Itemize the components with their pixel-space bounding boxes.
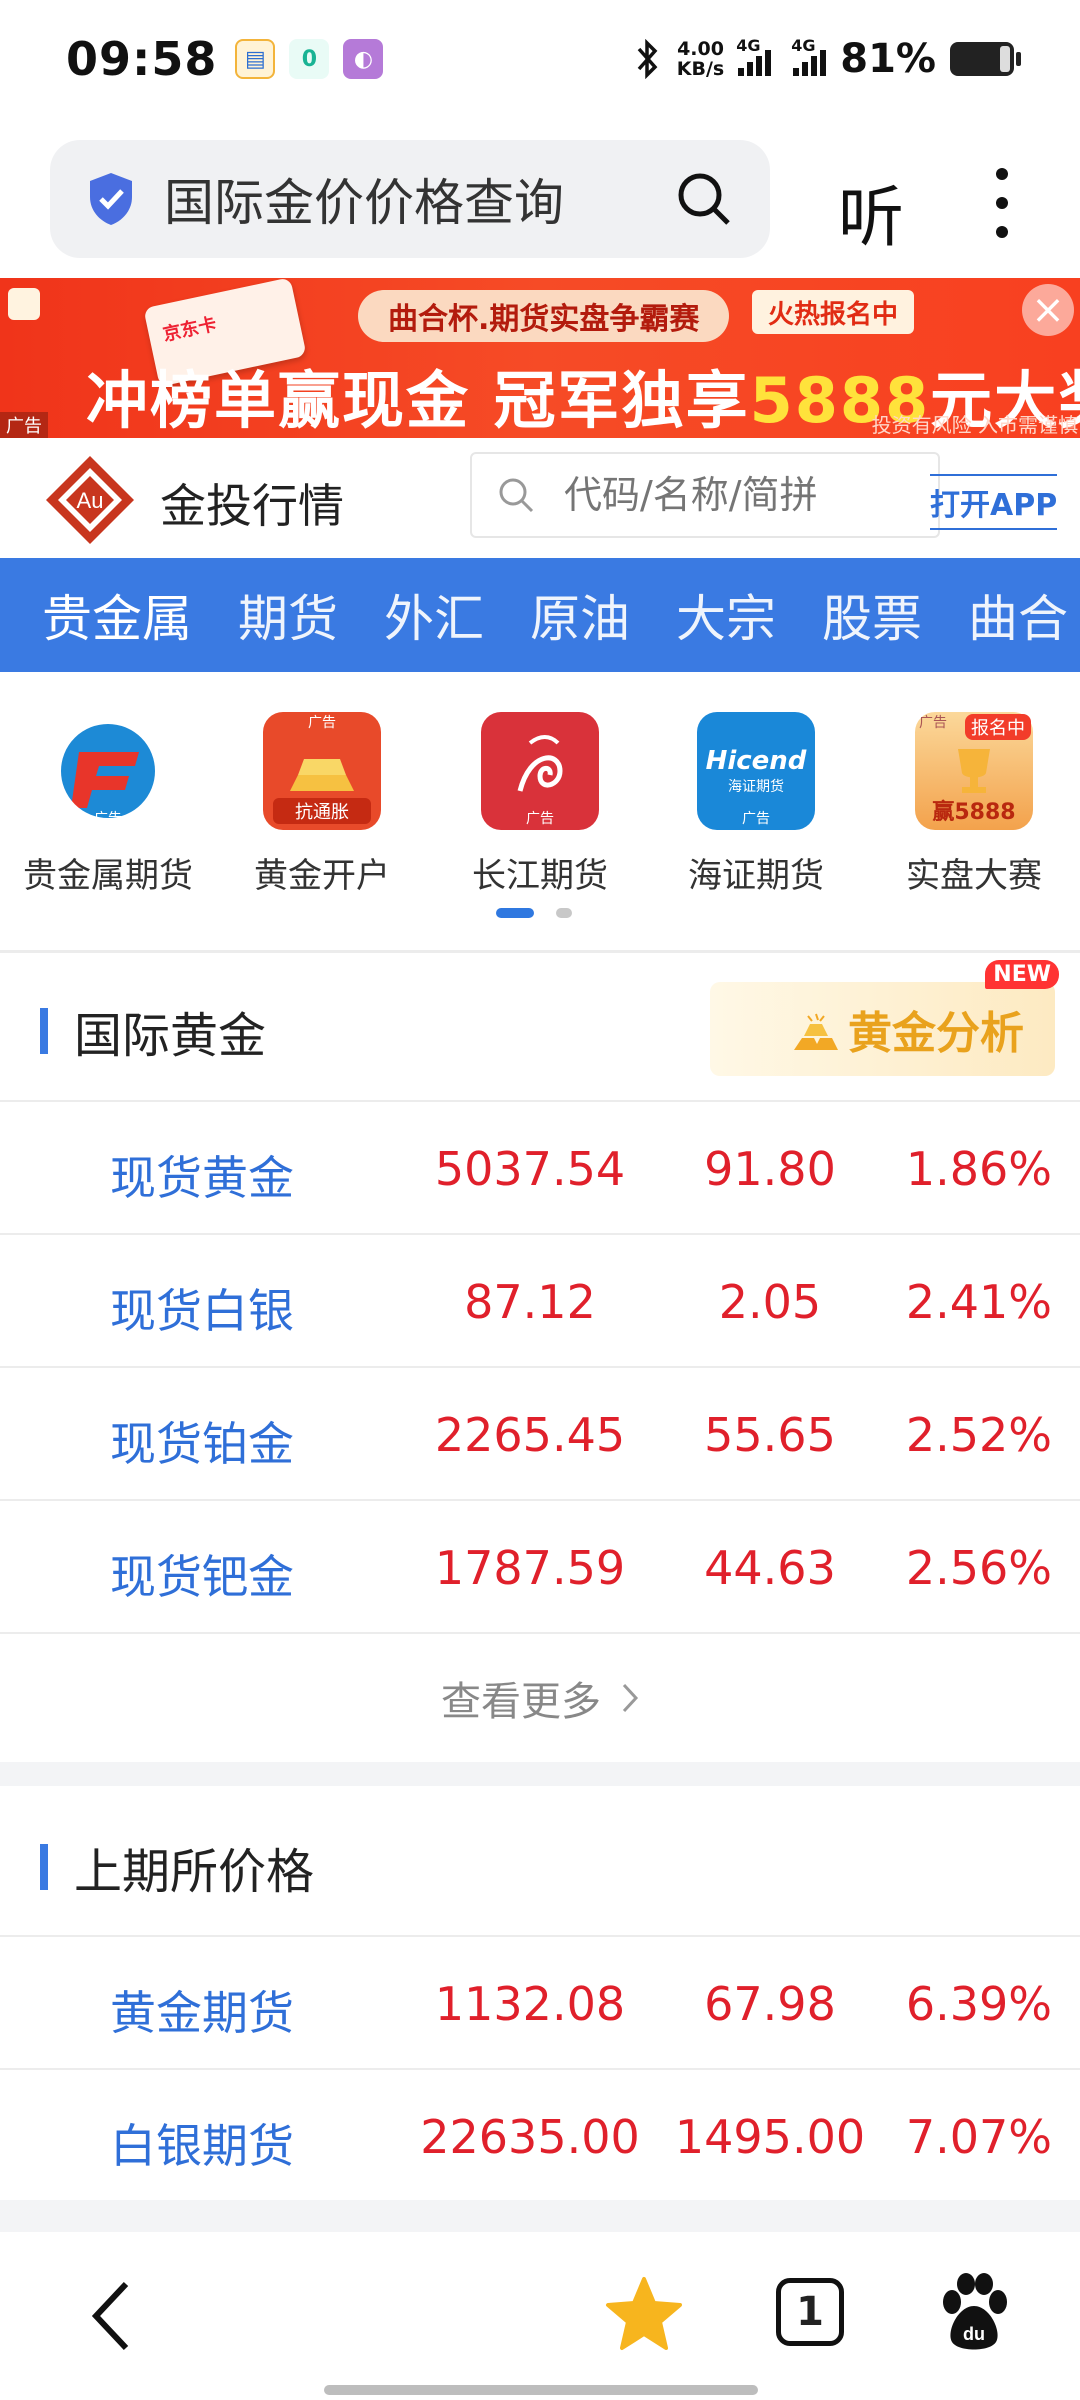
gold-bars-icon (794, 1013, 838, 1050)
table-row[interactable]: 现货铂金 2265.45 55.65 2.52% (0, 1366, 1080, 1498)
risk-disclaimer: 投资有风险 入市需谨慎 (871, 413, 1078, 437)
quick-link-gold-account[interactable]: 抗通胀 广告 黄金开户 (222, 712, 422, 897)
star-icon[interactable] (604, 2276, 684, 2352)
table-row[interactable]: 白银期货 22635.00 1495.00 7.07% (0, 2068, 1080, 2200)
quick-link-trading-contest[interactable]: 报名中 赢5888 广告 实盘大赛 (874, 712, 1074, 897)
quote-search-box[interactable] (470, 452, 940, 538)
tab-futures[interactable]: 期货 (238, 579, 338, 651)
quick-links: 广告 贵金属期货 抗通胀 广告 黄金开户 广告 长江期货 Hicend 海证期货… (0, 700, 1080, 940)
section-gap (0, 2200, 1080, 2232)
hicend-logo-icon: Hicend 海证期货 广告 (697, 712, 815, 830)
bluetooth-icon (637, 39, 658, 79)
divider (0, 950, 1080, 953)
status-time: 09:58 (66, 32, 218, 86)
tab-crude-oil[interactable]: 原油 (530, 579, 630, 651)
site-header: Au 金投行情 打开APP (0, 440, 1080, 558)
battery-percent: 81% (840, 36, 936, 82)
search-icon (499, 478, 534, 513)
table-row[interactable]: 现货钯金 1787.59 44.63 2.56% (0, 1499, 1080, 1631)
listen-button[interactable]: 听 (838, 164, 904, 260)
gold-bar-icon: 抗通胀 广告 (263, 712, 381, 830)
app-purple-icon: ◐ (343, 39, 384, 79)
news-app-icon: ▤ (235, 39, 276, 79)
more-menu-icon[interactable] (990, 168, 1014, 238)
home-indicator[interactable] (324, 2385, 758, 2395)
changjiang-logo-icon: 广告 (481, 712, 599, 830)
section-title-shfe: 上期所价格 (40, 1832, 314, 1902)
search-query: 国际金价价格查询 (164, 174, 564, 232)
tab-forex[interactable]: 外汇 (384, 579, 484, 651)
quote-search-input[interactable] (564, 473, 904, 517)
shield-icon (90, 173, 132, 225)
section-title-international-gold: 国际黄金 (40, 996, 266, 1066)
ad-banner[interactable]: 京东卡 曲合杯.期货实盘争霸赛 火热报名中 冲榜单赢现金 冠军独享5888元大奖… (0, 278, 1080, 438)
notification-icons: ▤ 0 ◐ (235, 39, 384, 79)
tab-stocks[interactable]: 股票 (822, 579, 922, 651)
browser-bottom-nav: 1 du (0, 2232, 1080, 2400)
table-row[interactable]: 现货黄金 5037.54 91.80 1.86% (0, 1100, 1080, 1232)
search-icon[interactable] (674, 169, 734, 229)
status-right: 4.00 KB/s 4G 4G 81% (633, 36, 1021, 82)
open-app-button[interactable]: 打开APP (930, 474, 1058, 530)
tab-commodities[interactable]: 大宗 (676, 579, 776, 651)
banner-event-name: 曲合杯.期货实盘争霸赛 (358, 290, 730, 342)
close-icon[interactable]: × (1022, 284, 1074, 336)
back-icon[interactable] (82, 2276, 142, 2356)
category-tabs: 贵金属 期货 外汇 原油 大宗 股票 曲合 (0, 558, 1080, 672)
browser-search-box[interactable]: 国际金价价格查询 (50, 140, 770, 258)
quick-link-changjiang-futures[interactable]: 广告 长江期货 (440, 712, 640, 897)
browser-header: 国际金价价格查询 听 (0, 140, 1080, 260)
new-badge: NEW (985, 960, 1059, 989)
quick-link-haizheng-futures[interactable]: Hicend 海证期货 广告 海证期货 (656, 712, 856, 897)
ad-label: 广告 (0, 412, 48, 438)
see-more-link[interactable]: 查看更多 (0, 1632, 1080, 1762)
tab-quhe[interactable]: 曲合 (968, 579, 1068, 651)
signal-1-icon: 4G (736, 36, 772, 76)
tab-precious-metals[interactable]: 贵金属 (42, 579, 192, 651)
signal-2-icon: 4G (791, 36, 827, 76)
section-gap (0, 1762, 1080, 1786)
gold-analysis-button[interactable]: 黄金分析 NEW (710, 960, 1059, 1076)
table-row[interactable]: 黄金期货 1132.08 67.98 6.39% (0, 1935, 1080, 2067)
table-row[interactable]: 现货白银 87.12 2.05 2.41% (0, 1233, 1080, 1365)
carousel-indicator (496, 908, 572, 918)
trophy-icon: 报名中 赢5888 广告 (915, 712, 1033, 830)
tabs-count-button[interactable]: 1 (776, 2278, 844, 2346)
app-o-icon: 0 (289, 39, 330, 79)
site-logo[interactable]: Au (42, 452, 138, 548)
quick-link-precious-futures[interactable]: 广告 贵金属期货 (8, 712, 208, 897)
precious-futures-logo-icon: 广告 (49, 712, 167, 830)
ad-source-icon (8, 288, 40, 320)
svg-text:du: du (963, 2324, 985, 2344)
status-bar: 09:58 ▤ 0 ◐ 4.00 KB/s 4G 4G 81% (0, 0, 1080, 118)
svg-text:Au: Au (77, 488, 104, 513)
battery-icon (950, 42, 1021, 76)
site-name: 金投行情 (160, 479, 344, 533)
baidu-paw-icon[interactable]: du (936, 2272, 1012, 2352)
chevron-right-icon (622, 1683, 639, 1713)
banner-hot-tag: 火热报名中 (752, 290, 915, 334)
net-speed: 4.00 KB/s (676, 38, 725, 80)
